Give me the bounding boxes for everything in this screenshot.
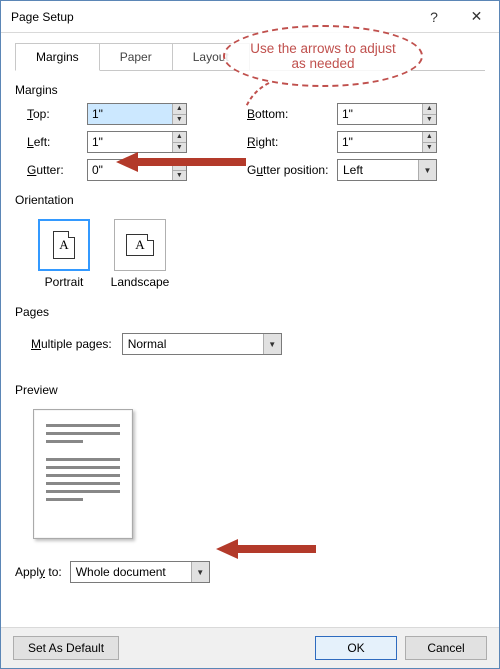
cancel-button[interactable]: Cancel xyxy=(405,636,487,660)
portrait-label: Portrait xyxy=(45,275,84,289)
set-as-default-button[interactable]: Set As Default xyxy=(13,636,119,660)
chevron-down-icon: ▼ xyxy=(418,160,436,180)
annotation-arrow-2 xyxy=(216,536,326,562)
bottom-spin-up[interactable]: ▲ xyxy=(423,104,436,115)
tab-margins[interactable]: Margins xyxy=(15,43,100,71)
window-title: Page Setup xyxy=(1,10,414,24)
ok-button[interactable]: OK xyxy=(315,636,397,660)
right-spin-up[interactable]: ▲ xyxy=(423,132,436,143)
annotation-callout: Use the arrows to adjust as needed xyxy=(223,25,423,87)
left-label: Left: xyxy=(27,135,87,149)
help-button[interactable]: ? xyxy=(414,1,454,33)
left-spin-up[interactable]: ▲ xyxy=(173,132,186,143)
close-button[interactable]: ✕ xyxy=(454,1,499,33)
bottom-spin-down[interactable]: ▼ xyxy=(423,115,436,125)
gutter-spinner[interactable]: ▲▼ xyxy=(87,159,187,181)
multiple-pages-label: Multiple pages: xyxy=(31,337,112,351)
portrait-box: A xyxy=(38,219,90,271)
multiple-pages-value: Normal xyxy=(123,337,263,351)
orientation-landscape[interactable]: A Landscape xyxy=(109,219,171,289)
left-spinner[interactable]: ▲▼ xyxy=(87,131,187,153)
preview-thumbnail xyxy=(33,409,133,539)
page-setup-dialog: Page Setup ? ✕ Use the arrows to adjust … xyxy=(0,0,500,669)
dialog-footer: Set As Default OK Cancel xyxy=(1,627,499,668)
margins-group-label: Margins xyxy=(15,83,485,97)
bottom-label: Bottom: xyxy=(247,107,337,121)
chevron-down-icon: ▼ xyxy=(191,562,209,582)
bottom-spinner[interactable]: ▲▼ xyxy=(337,103,437,125)
gutter-spin-up[interactable]: ▲ xyxy=(173,160,186,171)
tab-paper[interactable]: Paper xyxy=(99,43,173,70)
gutter-label: Gutter: xyxy=(27,163,87,177)
gutter-position-label: Gutter position: xyxy=(247,163,337,177)
page-portrait-icon: A xyxy=(53,231,75,259)
gutter-spin-down[interactable]: ▼ xyxy=(173,171,186,181)
preview-group-label: Preview xyxy=(15,383,485,397)
top-spin-down[interactable]: ▼ xyxy=(173,115,186,125)
bottom-input[interactable] xyxy=(338,104,422,124)
orientation-portrait[interactable]: A Portrait xyxy=(33,219,95,289)
landscape-label: Landscape xyxy=(111,275,170,289)
left-spin-down[interactable]: ▼ xyxy=(173,143,186,153)
top-spin-up[interactable]: ▲ xyxy=(173,104,186,115)
apply-to-dropdown[interactable]: Whole document ▼ xyxy=(70,561,210,583)
apply-to-value: Whole document xyxy=(71,565,191,579)
page-landscape-icon: A xyxy=(126,234,154,256)
right-label: Right: xyxy=(247,135,337,149)
gutter-position-value: Left xyxy=(338,163,418,177)
top-input[interactable] xyxy=(88,104,172,124)
right-spinner[interactable]: ▲▼ xyxy=(337,131,437,153)
top-spinner[interactable]: ▲▼ xyxy=(87,103,187,125)
annotation-text: Use the arrows to adjust as needed xyxy=(243,41,403,71)
multiple-pages-dropdown[interactable]: Normal ▼ xyxy=(122,333,282,355)
top-label: Top: xyxy=(27,107,87,121)
titlebar: Page Setup ? ✕ xyxy=(1,1,499,33)
chevron-down-icon: ▼ xyxy=(263,334,281,354)
right-spin-down[interactable]: ▼ xyxy=(423,143,436,153)
gutter-input[interactable] xyxy=(88,160,172,180)
gutter-position-dropdown[interactable]: Left ▼ xyxy=(337,159,437,181)
apply-to-label: Apply to: xyxy=(15,565,62,579)
orientation-group-label: Orientation xyxy=(15,193,485,207)
pages-group-label: Pages xyxy=(15,305,485,319)
left-input[interactable] xyxy=(88,132,172,152)
landscape-box: A xyxy=(114,219,166,271)
right-input[interactable] xyxy=(338,132,422,152)
